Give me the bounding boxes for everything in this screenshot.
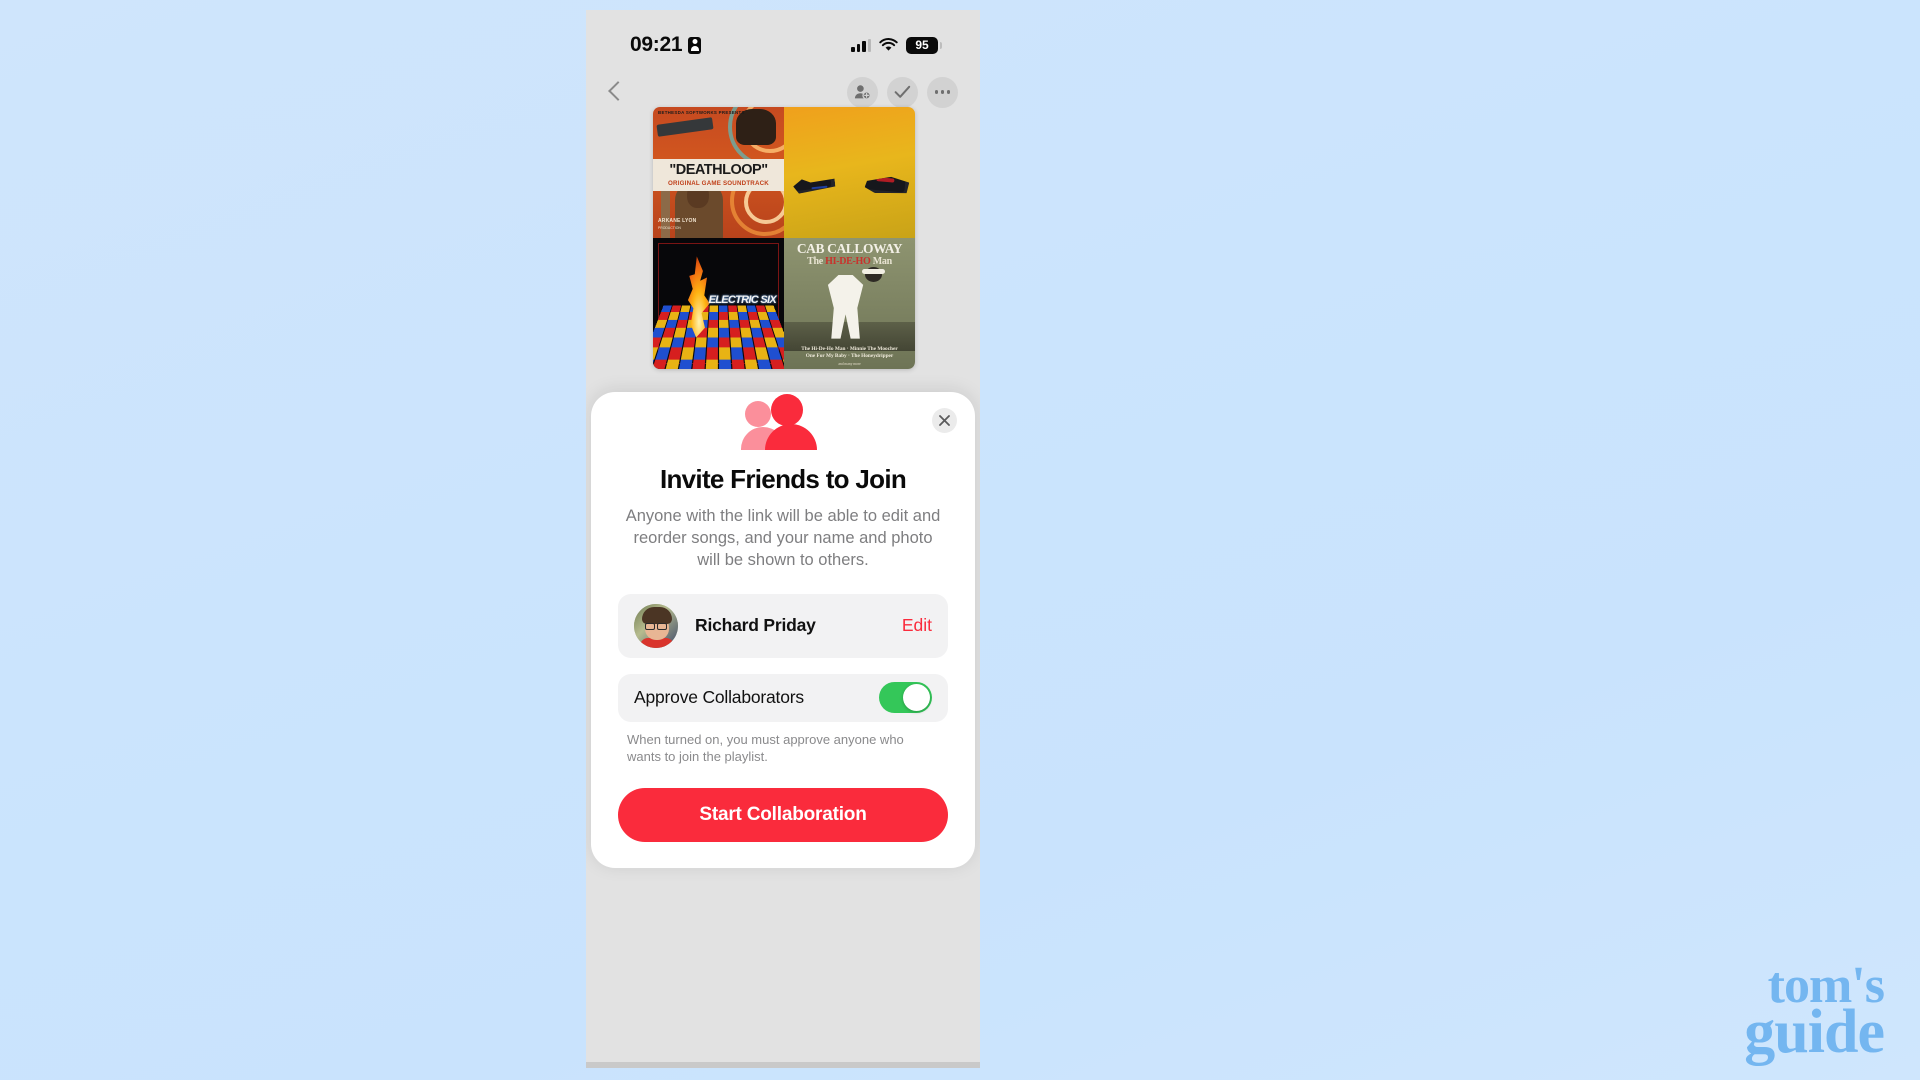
electric-six-logo: ELECTRIC SIX: [708, 294, 777, 307]
toggle-knob: [903, 684, 930, 712]
status-bar-right: 95: [851, 36, 942, 54]
cab-album-title: The HI-DE-HO Man: [807, 256, 892, 267]
status-bar-clock: 09:21: [630, 33, 683, 56]
rtj-gun-hand-icon: [864, 173, 909, 196]
approve-collaborators-toggle[interactable]: [879, 682, 932, 714]
cellular-signal-icon: [851, 38, 871, 52]
phone-screen: 09:21 95 BETHESDA SOFTWORKS PRESENTS "DE…: [586, 10, 980, 1062]
close-icon[interactable]: [932, 408, 957, 433]
phone-device: 09:21 95 BETHESDA SOFTWORKS PRESENTS "DE…: [586, 10, 980, 1068]
deathloop-title-band: "DEATHLOOP" ORIGINAL GAME SOUNDTRACK: [653, 159, 784, 191]
cab-artist-name: CAB CALLOWAY: [796, 241, 903, 256]
user-profile-row[interactable]: Richard Priday Edit: [618, 593, 948, 658]
invite-friends-modal: Invite Friends to Join Anyone with the l…: [591, 392, 975, 868]
cab-track-list: The Hi-De-Ho Man · Minnie The Moocher One…: [801, 345, 898, 359]
approve-collaborators-row: Approve Collaborators: [618, 673, 948, 722]
page-title: Invite Friends to Join: [659, 464, 907, 494]
approve-collaborators-label: Approve Collaborators: [634, 687, 804, 708]
edit-profile-button[interactable]: Edit: [902, 615, 932, 636]
status-bar-left: 09:21: [630, 33, 702, 57]
battery-indicator: 95: [906, 36, 942, 54]
deathloop-subtitle: ORIGINAL GAME SOUNDTRACK: [668, 179, 769, 187]
rtj-fist-icon: [792, 173, 836, 194]
album-art-deathloop: BETHESDA SOFTWORKS PRESENTS "DEATHLOOP" …: [653, 107, 784, 238]
album-art-electric-six: ELECTRIC SIX: [653, 238, 784, 369]
deathloop-credit-secondary: PRODUCTION: [658, 226, 681, 230]
deathloop-title: "DEATHLOOP": [669, 162, 768, 179]
approve-collaborators-help-text: When turned on, you must approve anyone …: [627, 731, 904, 765]
deathloop-publisher: BETHESDA SOFTWORKS PRESENTS: [658, 110, 745, 115]
avatar: [634, 603, 678, 648]
status-bar: 09:21 95: [586, 28, 980, 62]
two-people-icon: [741, 392, 823, 450]
wifi-icon: [879, 38, 898, 52]
deathloop-credit: ARKANE LYON: [658, 218, 697, 224]
cab-track-list-more: and many more: [838, 362, 861, 366]
toms-guide-watermark: tom's guide: [1744, 959, 1885, 1067]
user-name: Richard Priday: [695, 615, 816, 636]
watermark-line-2: guide: [1744, 998, 1885, 1067]
id-card-icon: [688, 36, 702, 54]
cab-figure-head: [862, 266, 886, 282]
checkmark-icon[interactable]: [887, 76, 918, 108]
modal-description: Anyone with the link will be able to edi…: [625, 507, 941, 569]
playlist-artwork-collage[interactable]: BETHESDA SOFTWORKS PRESENTS "DEATHLOOP" …: [653, 107, 915, 369]
nav-actions: [847, 76, 958, 108]
dance-floor-pattern: [653, 305, 784, 369]
album-art-cab-calloway: CAB CALLOWAY The HI-DE-HO Man The Hi-De-…: [784, 238, 915, 369]
more-ellipsis-icon[interactable]: [927, 76, 958, 108]
back-chevron-icon[interactable]: [600, 77, 630, 107]
add-person-icon[interactable]: [847, 76, 878, 108]
album-art-run-the-jewels: [784, 107, 915, 238]
start-collaboration-button[interactable]: Start Collaboration: [618, 788, 948, 843]
